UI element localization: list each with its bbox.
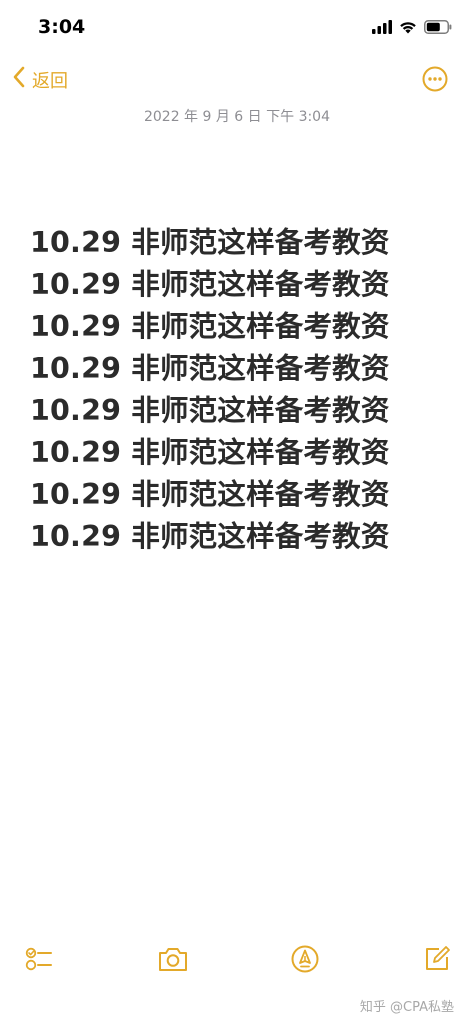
battery-icon <box>424 19 452 38</box>
chevron-left-icon <box>12 66 26 93</box>
compose-icon <box>422 944 452 978</box>
markup-pen-icon <box>290 944 320 978</box>
note-line: 10.29 非师范这样备考教资 <box>30 436 390 469</box>
back-label: 返回 <box>32 70 68 92</box>
status-icons <box>372 18 452 38</box>
note-body[interactable]: 10.29 非师范这样备考教资 10.29 非师范这样备考教资 10.29 非师… <box>30 222 460 558</box>
status-time: 3:04 <box>38 16 86 38</box>
markup-button[interactable] <box>288 944 322 978</box>
cellular-signal-icon <box>372 19 392 38</box>
note-date: 2022 年 9 月 6 日 下午 3:04 <box>143 109 331 125</box>
note-line: 10.29 非师范这样备考教资 <box>30 226 390 259</box>
status-bar: 3:04 <box>0 0 474 56</box>
note-line: 10.29 非师范这样备考教资 <box>30 478 390 511</box>
nav-bar: 返回 <box>0 62 474 102</box>
checklist-button[interactable] <box>22 944 56 978</box>
note-line: 10.29 非师范这样备考教资 <box>30 352 390 385</box>
watermark: 知乎 @CPA私塾 <box>359 1000 454 1015</box>
note-line: 10.29 非师范这样备考教资 <box>30 520 390 553</box>
bottom-toolbar <box>0 940 474 990</box>
camera-icon <box>157 945 189 977</box>
wifi-icon <box>399 19 417 38</box>
compose-button[interactable] <box>420 944 454 978</box>
back-button[interactable]: 返回 <box>12 66 68 93</box>
note-line: 10.29 非师范这样备考教资 <box>30 268 390 301</box>
checklist-icon <box>24 944 54 978</box>
note-line: 10.29 非师范这样备考教资 <box>30 394 390 427</box>
note-line: 10.29 非师范这样备考教资 <box>30 310 390 343</box>
more-options-button[interactable] <box>422 66 448 92</box>
camera-button[interactable] <box>156 944 190 978</box>
ellipsis-circle-icon <box>422 66 448 96</box>
